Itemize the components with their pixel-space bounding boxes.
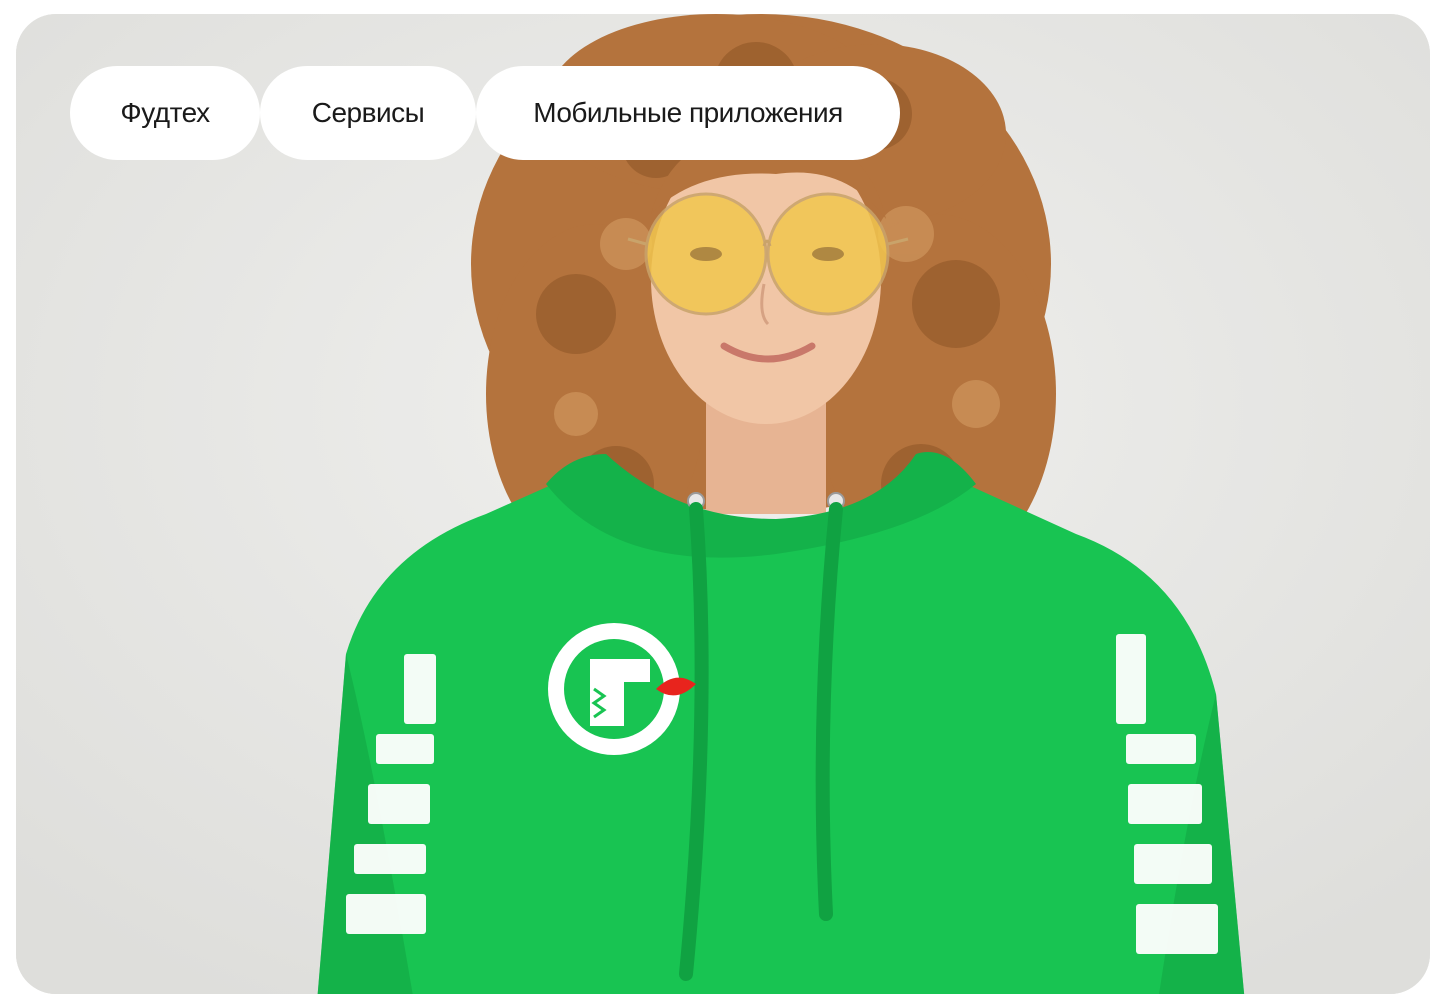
tag-label: Мобильные приложения (533, 97, 843, 128)
tag-services[interactable]: Сервисы (260, 66, 476, 160)
tag-foodtech[interactable]: Фудтех (70, 66, 260, 160)
hero-card: Фудтех Сервисы Мобильные приложения (16, 14, 1430, 994)
tag-label: Фудтех (120, 97, 210, 128)
hero-photo (16, 14, 1430, 994)
tag-mobile-apps[interactable]: Мобильные приложения (476, 66, 900, 160)
category-tags: Фудтех Сервисы Мобильные приложения (70, 66, 900, 160)
tag-label: Сервисы (311, 97, 425, 128)
